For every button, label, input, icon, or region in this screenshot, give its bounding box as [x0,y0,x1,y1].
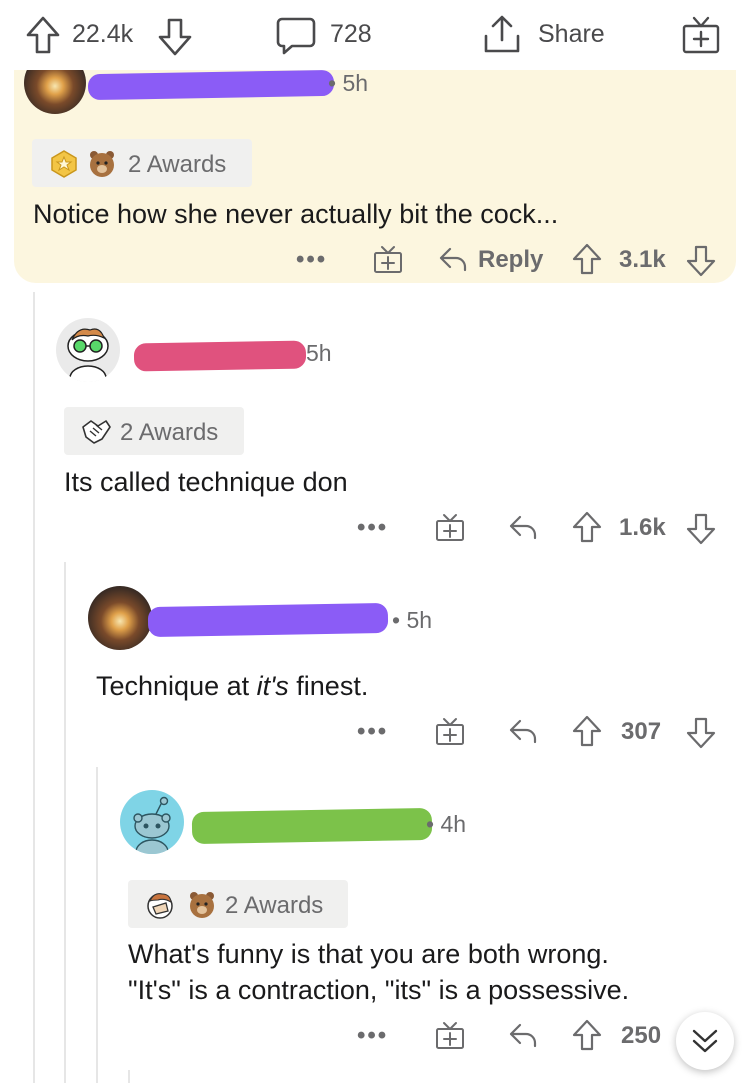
comment-body-line: "It's" is a contraction, "its" is a poss… [128,975,630,1005]
avatar[interactable] [56,318,120,382]
avatar[interactable] [88,586,152,650]
comment-time: • 4h [426,811,467,837]
comment-body: Technique at it's finest. [96,668,368,705]
gift-icon[interactable] [373,244,403,274]
comment-icon[interactable] [276,16,316,56]
reply-icon[interactable] [508,1022,538,1048]
gift-icon[interactable] [435,1020,465,1050]
censored-username [133,340,307,372]
gift-icon[interactable] [435,512,465,542]
awards-badge[interactable]: 2 Awards [128,880,348,928]
awards-count: 2 Awards [225,892,324,919]
thread-line[interactable] [128,1070,130,1083]
downvote-icon[interactable] [686,513,716,545]
star-award-icon [50,150,78,178]
upvote-icon[interactable] [572,715,602,747]
avatar[interactable] [120,790,184,854]
thread-line[interactable] [96,767,98,1083]
post-score: 22.4k [72,20,134,48]
collapse-thread-button[interactable] [676,1012,734,1070]
gift-icon[interactable] [435,716,465,746]
collapse-chevron-icon [691,1027,719,1055]
comment-body-emphasis: it's [256,671,289,701]
bear-award-icon [186,889,218,921]
comment-time: • 5h [392,607,433,633]
comment-score: 3.1k [619,246,666,273]
comment-score: 250 [621,1022,662,1049]
reply-button[interactable]: Reply [478,246,543,274]
reply-icon[interactable] [508,514,538,540]
reply-icon[interactable] [438,246,468,272]
censored-username [87,69,335,101]
comment-body-line: What's funny is that you are both wrong. [128,939,609,969]
downvote-icon[interactable] [686,717,716,749]
more-options-button[interactable]: ••• [357,1022,388,1050]
upvote-icon[interactable] [572,243,602,275]
facepalm-award-icon [144,889,176,921]
more-options-button[interactable]: ••• [357,514,388,542]
post-action-bar: 22.4k 728 Share [0,0,750,70]
comment-time: • 5h [328,70,369,96]
comment-body: Notice how she never actually bit the co… [33,199,559,229]
comment-score: 307 [621,718,662,745]
thread-line[interactable] [33,292,35,1083]
thread-line[interactable] [64,562,66,1083]
comment-count[interactable]: 728 [330,20,372,49]
more-options-button[interactable]: ••• [357,718,388,746]
upvote-icon[interactable] [572,511,602,543]
awards-count: 2 Awards [128,151,227,178]
reply-icon[interactable] [508,718,538,744]
comment-body-part: finest. [288,671,369,701]
downvote-icon[interactable] [686,245,716,277]
awards-badge[interactable]: 2 Awards [32,139,252,187]
upvote-icon[interactable] [572,1019,602,1051]
more-options-button[interactable]: ••• [296,246,327,274]
post-upvote-icon[interactable] [26,16,60,54]
post-downvote-icon[interactable] [158,18,192,56]
comment-time: 5h [306,340,332,366]
share-button[interactable]: Share [538,20,605,49]
censored-username [147,602,389,638]
handshake-award-icon [80,417,112,447]
censored-username [191,807,433,845]
bear-award-icon [86,148,118,180]
comment-body: Its called technique don [64,467,348,497]
share-icon[interactable] [483,14,521,54]
awards-count: 2 Awards [120,419,219,446]
comment-body-part: Technique at [96,671,257,701]
awards-badge[interactable]: 2 Awards [64,407,244,455]
post-gift-icon[interactable] [682,14,720,54]
comment-score: 1.6k [619,514,666,541]
